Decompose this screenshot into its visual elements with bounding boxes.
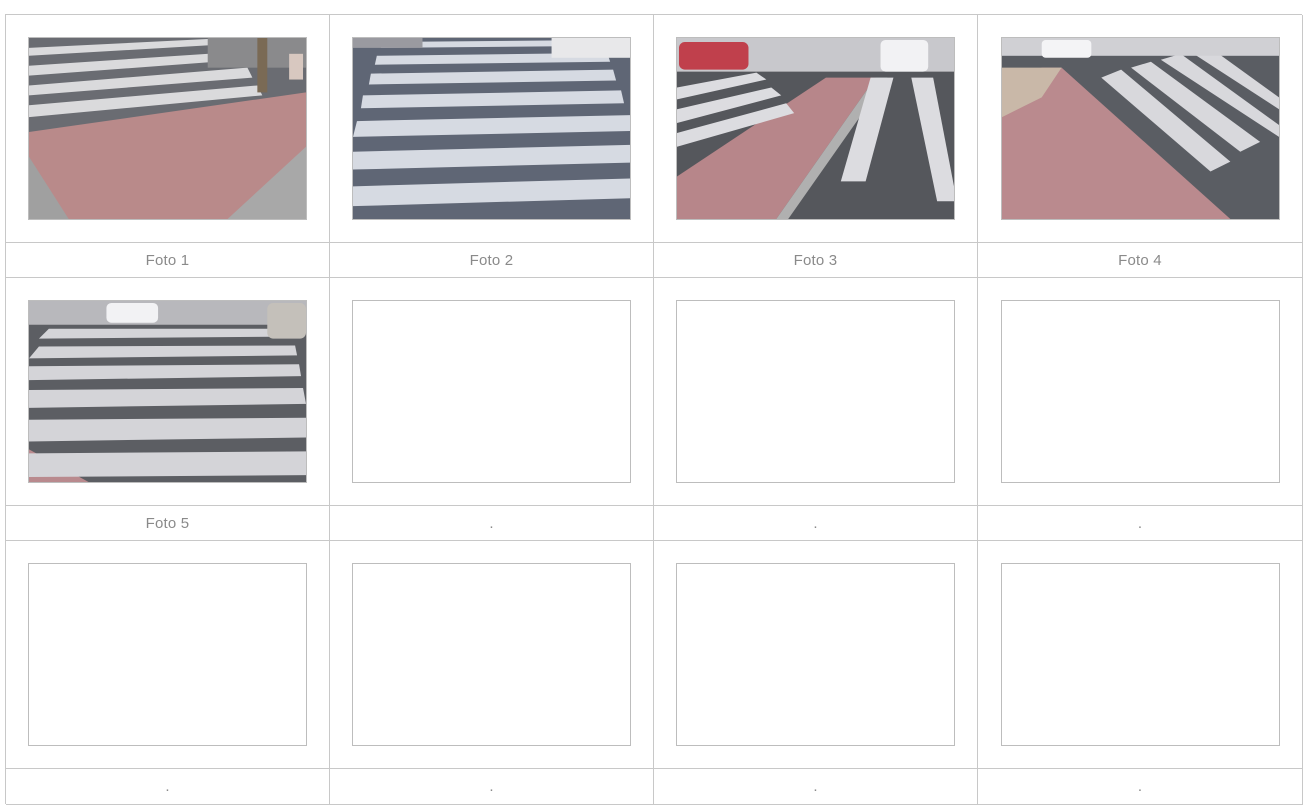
empty-photo-frame bbox=[1000, 563, 1280, 746]
photo-cell bbox=[6, 15, 330, 243]
photo-3 bbox=[676, 37, 955, 220]
photo-grid-table: Foto 1 Foto 2 Foto 3 Foto 4 Foto 5 . . .… bbox=[5, 14, 1303, 805]
photo-caption: Foto 5 bbox=[6, 506, 330, 541]
photo-2 bbox=[352, 37, 631, 220]
empty-photo-frame bbox=[1000, 300, 1280, 483]
photo-cell bbox=[330, 541, 654, 769]
photo-1 bbox=[28, 37, 307, 220]
empty-photo-frame bbox=[352, 300, 631, 483]
crosswalk-with-curb-image bbox=[677, 38, 954, 219]
photo-caption: . bbox=[654, 506, 978, 541]
photo-caption: . bbox=[654, 769, 978, 805]
crosswalk-wide-image bbox=[29, 301, 306, 482]
crosswalk-sidewalk-corner-image bbox=[29, 38, 306, 219]
empty-photo-frame bbox=[676, 300, 955, 483]
crosswalk-diagonal-image bbox=[1001, 38, 1279, 219]
photo-cell bbox=[654, 541, 978, 769]
photo-4 bbox=[1000, 37, 1280, 220]
photo-cell bbox=[6, 278, 330, 506]
crosswalk-closeup-image bbox=[353, 38, 630, 219]
photo-cell bbox=[6, 541, 330, 769]
photo-5 bbox=[28, 300, 307, 483]
photo-cell bbox=[330, 278, 654, 506]
photo-caption: . bbox=[330, 769, 654, 805]
photo-caption: . bbox=[978, 769, 1303, 805]
photo-caption: . bbox=[978, 506, 1303, 541]
empty-photo-frame bbox=[352, 563, 631, 746]
photo-caption: Foto 1 bbox=[6, 243, 330, 278]
photo-cell bbox=[330, 15, 654, 243]
photo-cell bbox=[654, 15, 978, 243]
photo-cell bbox=[978, 15, 1303, 243]
empty-photo-frame bbox=[28, 563, 307, 746]
photo-caption: Foto 4 bbox=[978, 243, 1303, 278]
photo-cell bbox=[978, 541, 1303, 769]
photo-caption: Foto 3 bbox=[654, 243, 978, 278]
photo-cell bbox=[978, 278, 1303, 506]
empty-photo-frame bbox=[676, 563, 955, 746]
photo-caption: Foto 2 bbox=[330, 243, 654, 278]
photo-caption: . bbox=[6, 769, 330, 805]
photo-cell bbox=[654, 278, 978, 506]
photo-caption: . bbox=[330, 506, 654, 541]
